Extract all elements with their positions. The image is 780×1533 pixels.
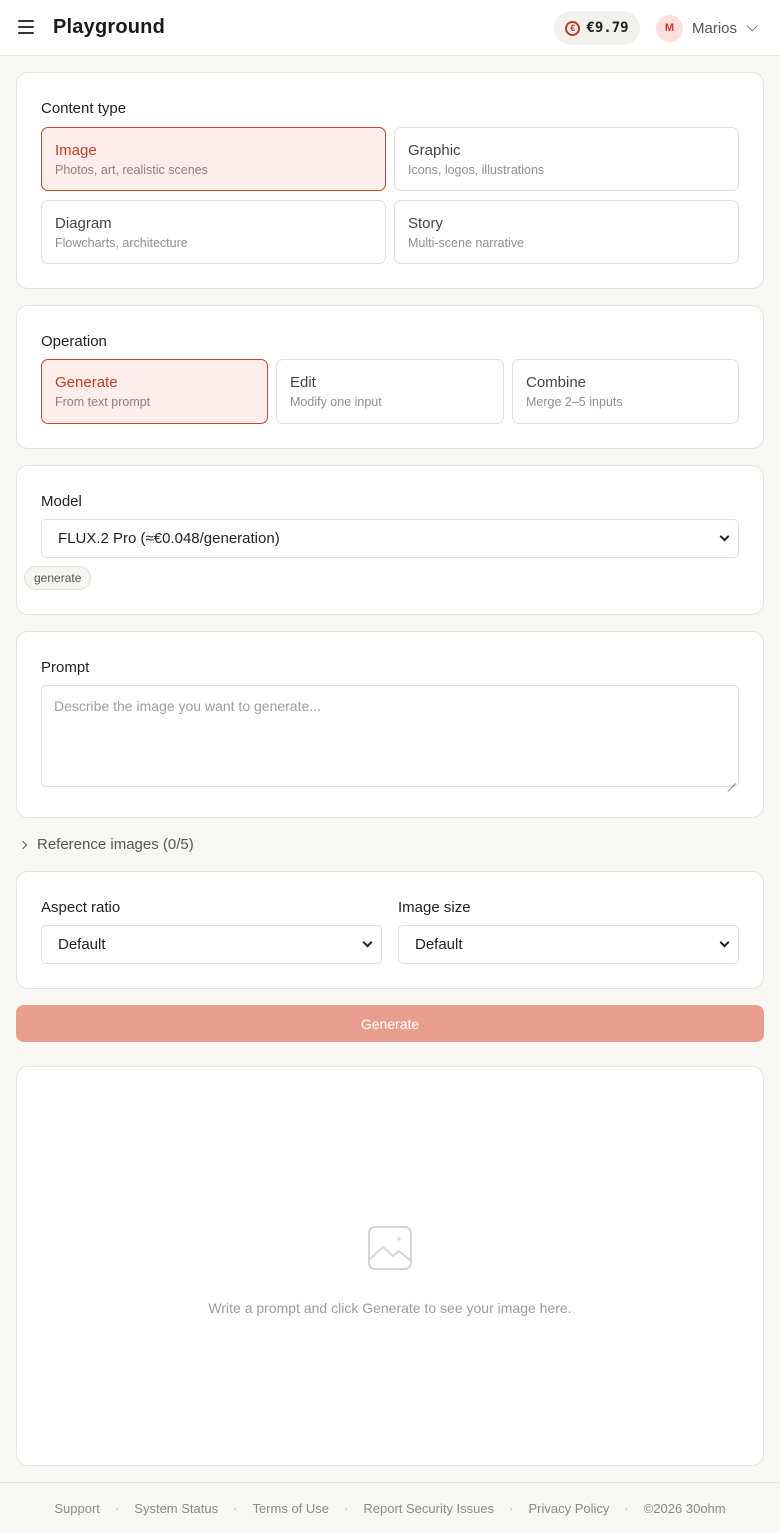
option-title: Graphic [408, 142, 461, 159]
option-title: Edit [290, 374, 316, 391]
operation-label: Operation [41, 333, 107, 350]
option-title: Generate [55, 374, 118, 391]
prompt-card: Prompt Describe the image you want to ge… [16, 631, 764, 818]
footer-copyright: ©2026 30ohm [643, 1500, 726, 1516]
footer-separator: · [114, 1500, 120, 1516]
option-title: Image [55, 142, 97, 159]
balance-badge[interactable]: € €9.79 [554, 11, 640, 45]
image-size-value: Default [415, 936, 463, 953]
option-subtitle: Multi-scene narrative [408, 236, 525, 250]
operation-generate[interactable]: Generate From text prompt [41, 359, 268, 424]
user-menu[interactable]: M Marios [656, 14, 758, 42]
chevron-right-icon [18, 840, 28, 849]
content-type-label: Content type [41, 100, 127, 117]
model-capability-tag: generate [24, 566, 92, 590]
content-type-card: Content type Image Photos, art, realisti… [16, 72, 764, 289]
footer-link-terms[interactable]: Terms of Use [252, 1501, 329, 1516]
image-size-label: Image size [398, 899, 471, 916]
footer-link-system-status[interactable]: System Status [134, 1501, 218, 1516]
footer-separator: · [233, 1500, 238, 1516]
balance-amount: €9.79 [586, 20, 629, 36]
option-title: Story [408, 215, 444, 232]
aspect-ratio-value: Default [58, 936, 106, 953]
model-selected-value: FLUX.2 Pro (≈€0.048/generation) [58, 530, 280, 547]
option-title: Diagram [55, 215, 112, 232]
avatar: M [656, 14, 683, 42]
menu-icon[interactable] [18, 20, 34, 34]
user-name: Marios [692, 19, 738, 37]
option-title: Combine [526, 374, 587, 391]
chevron-down-icon [362, 937, 373, 948]
euro-coin-icon: € [565, 20, 581, 36]
generate-button[interactable]: Generate [16, 1005, 764, 1042]
footer-separator: · [624, 1500, 629, 1516]
page-title: Playground [53, 16, 166, 38]
chevron-down-icon [746, 20, 758, 32]
content-type-image[interactable]: Image Photos, art, realistic scenes [41, 127, 386, 191]
footer: Support · System Status · Terms of Use ·… [0, 1482, 780, 1533]
content-type-story[interactable]: Story Multi-scene narrative [394, 200, 739, 264]
reference-images-toggle[interactable]: Reference images (0/5) [18, 836, 194, 853]
chevron-down-icon [719, 531, 730, 542]
reference-images-label: Reference images (0/5) [37, 836, 194, 853]
option-subtitle: Flowcharts, architecture [55, 236, 188, 250]
aspect-ratio-select[interactable]: Default [41, 925, 382, 964]
prompt-placeholder: Describe the image you want to generate.… [54, 698, 321, 714]
image-placeholder-icon [368, 1226, 412, 1270]
model-card: Model FLUX.2 Pro (≈€0.048/generation) [16, 465, 764, 615]
top-header: Playground € €9.79 M Marios [0, 0, 780, 56]
footer-link-support[interactable]: Support [54, 1501, 100, 1516]
footer-separator: · [509, 1500, 514, 1516]
prompt-label: Prompt [41, 659, 90, 676]
content-type-graphic[interactable]: Graphic Icons, logos, illustrations [394, 127, 739, 191]
model-label: Model [41, 493, 82, 510]
preview-empty-message: Write a prompt and click Generate to see… [208, 1300, 572, 1316]
aspect-ratio-label: Aspect ratio [41, 899, 121, 916]
settings-card: Aspect ratio Image size Default Default [16, 871, 764, 989]
option-subtitle: Icons, logos, illustrations [408, 163, 545, 177]
footer-separator: · [344, 1500, 349, 1516]
option-subtitle: Modify one input [290, 395, 382, 409]
model-select[interactable]: FLUX.2 Pro (≈€0.048/generation) [41, 519, 739, 558]
image-size-select[interactable]: Default [398, 925, 739, 964]
option-subtitle: From text prompt [55, 395, 151, 409]
chevron-down-icon [719, 937, 730, 948]
resize-handle-icon[interactable] [727, 775, 736, 784]
prompt-input[interactable]: Describe the image you want to generate.… [41, 685, 739, 787]
operation-combine[interactable]: Combine Merge 2–5 inputs [512, 359, 739, 424]
footer-link-security[interactable]: Report Security Issues [363, 1501, 494, 1516]
preview-area: Write a prompt and click Generate to see… [16, 1066, 764, 1466]
operation-card: Operation Generate From text prompt Edit… [16, 305, 764, 449]
content-type-diagram[interactable]: Diagram Flowcharts, architecture [41, 200, 386, 264]
option-subtitle: Merge 2–5 inputs [526, 395, 623, 409]
footer-link-privacy[interactable]: Privacy Policy [528, 1501, 609, 1516]
operation-edit[interactable]: Edit Modify one input [276, 359, 504, 424]
option-subtitle: Photos, art, realistic scenes [55, 163, 208, 177]
